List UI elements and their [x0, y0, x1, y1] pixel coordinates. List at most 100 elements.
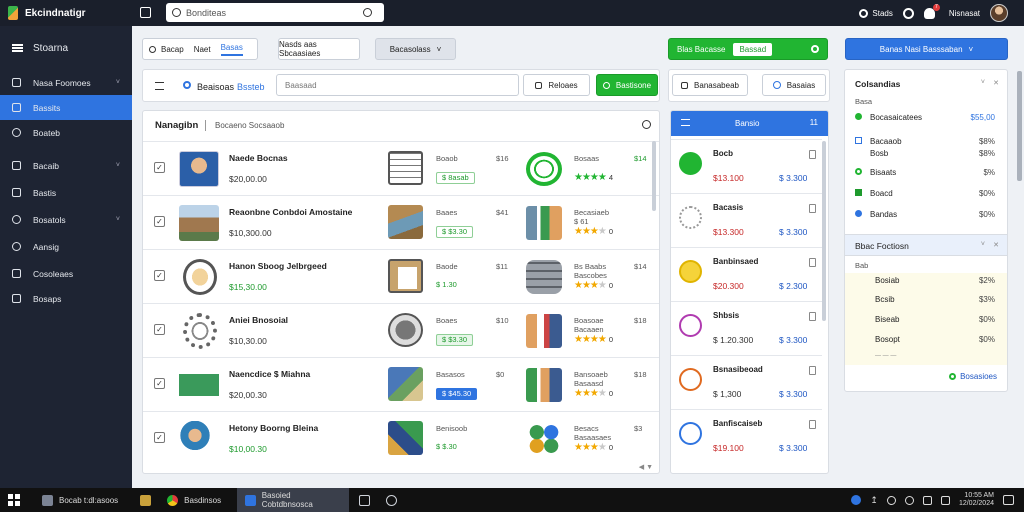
search-submit-icon[interactable]: [363, 8, 372, 17]
list-search-input[interactable]: Baasaad: [276, 74, 519, 96]
tab-2-active[interactable]: Basas: [220, 43, 243, 56]
tab-0[interactable]: Bacap: [161, 45, 184, 54]
product-name[interactable]: Aniei Bnosoial: [229, 315, 288, 325]
price-badge-button[interactable]: $ $45.30: [436, 388, 478, 400]
help-icon[interactable]: [902, 7, 914, 19]
cards-menu-icon[interactable]: [681, 119, 690, 126]
section2-close-icon[interactable]: ✕: [993, 241, 999, 249]
refresh-icon[interactable]: [642, 120, 651, 129]
card-item[interactable]: Banbinsaed $20.300 $ 2.300: [671, 247, 822, 301]
sidebar-item-0[interactable]: Nasa Foomoes ˅: [0, 70, 132, 95]
notifications-icon[interactable]: [1003, 495, 1014, 505]
section2-chevron-icon[interactable]: ˅: [981, 241, 985, 248]
summary-item[interactable]: Bocasaicatees: [855, 113, 922, 122]
volume-icon[interactable]: [922, 495, 932, 505]
table-row[interactable]: ✓ Reaonbne Conbdoi Amostaine $10,300.00 …: [143, 195, 659, 249]
product-name[interactable]: Naencdice $ Miahna: [229, 369, 310, 379]
blue-action-button[interactable]: Banas Nasi Basssaban ˅: [845, 38, 1008, 60]
green-action-group[interactable]: Blas Bacasse Bassad: [668, 38, 828, 60]
source-link[interactable]: Bssteb: [237, 82, 265, 92]
sidebar-item-4[interactable]: Bastis: [0, 180, 132, 205]
product-name[interactable]: Hetony Boorng Bleina: [229, 423, 318, 433]
user-name[interactable]: Nisnasat: [949, 9, 980, 18]
window-toggle-icon[interactable]: [140, 7, 151, 18]
sidebar-item-2[interactable]: Boateb: [0, 120, 132, 145]
hamburger-menu-icon[interactable]: [12, 44, 23, 52]
document-icon[interactable]: [809, 420, 816, 429]
card-item[interactable]: Shbsis $ 1.20.300 $ 3.300: [671, 301, 822, 355]
security-icon[interactable]: [851, 495, 862, 505]
product-name[interactable]: Hanon Sboog Jelbrgeed: [229, 261, 327, 271]
row-checkbox[interactable]: ✓: [154, 432, 165, 443]
category-dropdown[interactable]: Bacasolass ˅: [375, 38, 456, 60]
table-row[interactable]: ✓ Hetony Boorng Bleina $10,00.30 Benisoo…: [143, 411, 659, 465]
product-name[interactable]: Reaonbne Conbdoi Amostaine: [229, 207, 352, 217]
taskbar-app-4[interactable]: [351, 488, 378, 512]
clock[interactable]: 10:55 AM 12/02/2024: [959, 492, 994, 508]
page-scrollbar[interactable]: [1017, 71, 1022, 181]
section2-item-label[interactable]: Bosiab: [875, 276, 899, 285]
stats-button[interactable]: Stads: [859, 8, 893, 18]
card-item[interactable]: Bacasis $13.300 $ 3.300: [671, 193, 822, 247]
summary-item[interactable]: Bacaaob: [855, 137, 902, 146]
sidebar-item-3[interactable]: Bacaib ˅: [0, 153, 132, 178]
card-item[interactable]: Bocb $13.100 $ 3.300: [671, 139, 822, 193]
card-item[interactable]: Banfiscaiseb $19.100 $ 3.300: [671, 409, 822, 463]
taskbar-app-1[interactable]: [132, 488, 159, 512]
cards-scrollbar[interactable]: [822, 141, 826, 321]
section2-header[interactable]: Bbac Foctiosn ˅ ✕: [845, 234, 1007, 256]
sidebar-item-5[interactable]: Bosatols ˅: [0, 207, 132, 232]
taskbar-app-0[interactable]: Bocab t:dl:asoos: [34, 488, 126, 512]
row-checkbox[interactable]: ✓: [154, 378, 165, 389]
cards-view-button[interactable]: Basaias: [762, 74, 826, 96]
list-menu-icon[interactable]: [155, 82, 164, 90]
section2-item-label[interactable]: Bosopt: [875, 335, 900, 344]
table-row[interactable]: ✓ Aniei Bnosoial $10,30.00 Boaes $10 $ $…: [143, 303, 659, 357]
view-more-link[interactable]: Bosasioes: [949, 372, 997, 381]
summary-item[interactable]: Boacd: [855, 189, 893, 198]
document-icon[interactable]: [809, 258, 816, 267]
search-bar[interactable]: Bonditeas: [166, 3, 384, 22]
notification-bell-icon[interactable]: 7: [923, 3, 940, 19]
table-row[interactable]: ✓ Hanon Sboog Jelbrgeed $15,30.00 Baode …: [143, 249, 659, 303]
section2-item-label[interactable]: Biseab: [875, 315, 899, 324]
cards-sort-button[interactable]: Banasabeab: [672, 74, 748, 96]
document-icon[interactable]: [809, 204, 816, 213]
wifi-icon[interactable]: [904, 495, 914, 505]
scroll-arrows-icon[interactable]: ◀ ▼: [639, 463, 653, 471]
taskbar-app-3-active[interactable]: Basoied Cobtdbnsosca: [237, 488, 350, 512]
row-checkbox[interactable]: ✓: [154, 162, 165, 173]
summary-chevron-icon[interactable]: ˅: [981, 79, 985, 86]
user-avatar[interactable]: [990, 4, 1008, 22]
battery-icon[interactable]: [940, 495, 950, 505]
tab-1[interactable]: Naet: [194, 45, 211, 54]
summary-item[interactable]: Bisaats: [855, 168, 896, 177]
summary-close-icon[interactable]: ✕: [993, 79, 999, 87]
taskbar-app-2[interactable]: Basdinsos: [159, 488, 229, 512]
sidebar-item-1-active[interactable]: Bassits: [0, 95, 132, 120]
start-windows-icon[interactable]: [8, 494, 20, 506]
list-scrollbar[interactable]: [652, 141, 656, 211]
summary-item[interactable]: Bandas: [855, 210, 897, 219]
document-icon[interactable]: [809, 150, 816, 159]
sync-icon[interactable]: [886, 495, 896, 505]
document-icon[interactable]: [809, 366, 816, 375]
section2-item-label[interactable]: Bcsib: [875, 295, 895, 304]
primary-green-button[interactable]: Bastisone: [596, 74, 658, 96]
product-name[interactable]: Naede Bocnas: [229, 153, 288, 163]
filter-button[interactable]: Nasds aas Sbcaasiaes: [278, 38, 360, 60]
card-item[interactable]: Bsnasibeoad $ 1,300 $ 3.300: [671, 355, 822, 409]
row-checkbox[interactable]: ✓: [154, 324, 165, 335]
taskbar-app-5[interactable]: [378, 488, 405, 512]
sidebar-item-6[interactable]: Aansig: [0, 234, 132, 259]
table-row[interactable]: ✓ Naede Bocnas $20,00.00 Boaob $16 $ 8as…: [143, 141, 659, 195]
sidebar-item-8[interactable]: Bosaps: [0, 286, 132, 311]
search-input[interactable]: Bonditeas: [186, 8, 226, 18]
row-checkbox[interactable]: ✓: [154, 270, 165, 281]
network-icon[interactable]: ↥: [870, 495, 878, 506]
green-group-badge[interactable]: Bassad: [733, 42, 773, 56]
row-checkbox[interactable]: ✓: [154, 216, 165, 227]
document-icon[interactable]: [809, 312, 816, 321]
reload-button[interactable]: Reloaes: [523, 74, 590, 96]
sidebar-item-7[interactable]: Cosoleaes: [0, 261, 132, 286]
